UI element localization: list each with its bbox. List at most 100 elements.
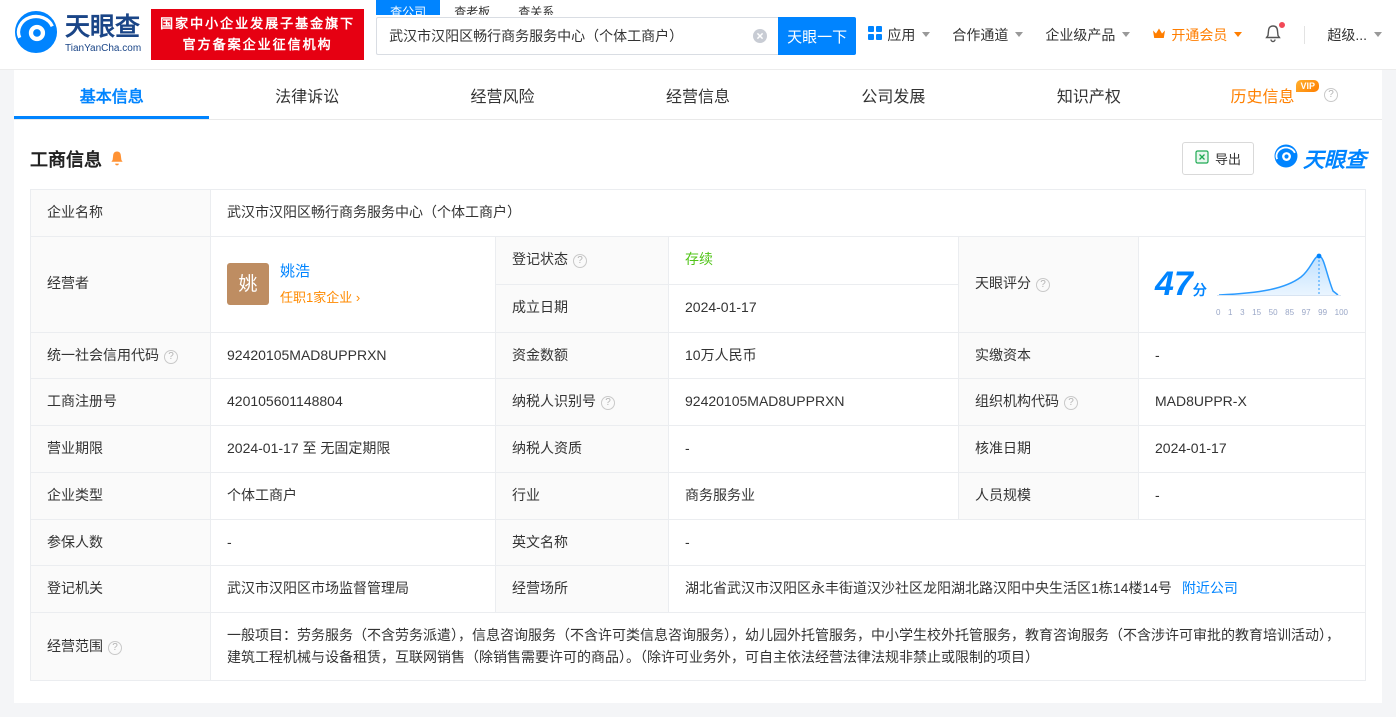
menu-enterprise-label: 企业级产品	[1045, 26, 1116, 43]
help-icon[interactable]	[1324, 87, 1338, 102]
search-tab-relation[interactable]: 查关系	[504, 0, 568, 15]
tab-operation-info[interactable]: 经营信息	[600, 70, 795, 119]
reg-status-label: 登记状态	[495, 235, 669, 285]
company-name-label: 企业名称	[30, 189, 211, 237]
gov-badge-line2: 官方备案企业征信机构	[182, 36, 333, 52]
business-scope-value: 一般项目：劳务服务（不含劳务派遣），信息咨询服务（不含许可类信息咨询服务），幼儿…	[210, 611, 1366, 682]
reg-status-value: 存续	[668, 235, 959, 285]
tab-company-development[interactable]: 公司发展	[796, 70, 991, 119]
tab-basic-info[interactable]: 基本信息	[14, 70, 209, 119]
main-container: 基本信息 法律诉讼 经营风险 经营信息 公司发展 知识产权 历史信息 VIP 工…	[14, 70, 1382, 704]
status-badge: 存续	[685, 251, 713, 268]
export-button[interactable]: 导出	[1181, 142, 1254, 175]
operator-label: 经营者	[30, 235, 211, 333]
establish-date-value: 2024-01-17	[668, 283, 959, 333]
reg-authority-value: 武汉市汉阳区市场监督管理局	[210, 565, 496, 613]
help-icon[interactable]	[601, 396, 615, 411]
notification-bell-icon[interactable]	[1264, 20, 1287, 46]
tianyancha-logo[interactable]: 天眼查 TianYanCha.com	[14, 10, 141, 59]
chevron-down-icon	[1122, 32, 1131, 37]
row-reg-authority: 登记机关 武汉市汉阳区市场监督管理局 经营场所 湖北省武汉市汉阳区永丰街道汉沙社…	[30, 565, 1366, 613]
tab-operation-info-label: 经营信息	[665, 88, 730, 106]
taxpayer-quality-value: -	[668, 425, 959, 473]
help-icon[interactable]	[108, 640, 122, 655]
score-value: 47	[1155, 264, 1193, 303]
tab-intellectual-property[interactable]: 知识产权	[991, 70, 1186, 119]
export-excel-icon	[1195, 150, 1209, 167]
reg-number-value: 420105601148804	[210, 378, 496, 427]
gov-certification-badge: 国家中小企业发展子基金旗下 官方备案企业征信机构	[151, 9, 365, 60]
row-credit-code: 统一社会信用代码 92420105MAD8UPPRXN 资金数额 10万人民币 …	[30, 331, 1366, 380]
apps-grid-icon	[868, 26, 883, 43]
reg-authority-label: 登记机关	[30, 565, 211, 613]
row-business-term: 营业期限 2024-01-17 至 无固定期限 纳税人资质 - 核准日期 202…	[30, 425, 1366, 473]
help-icon[interactable]	[573, 254, 587, 269]
menu-divider	[1304, 25, 1306, 44]
score-cell[interactable]: 47分 0 1 3 15 50 85 97 99 100	[1138, 235, 1366, 333]
row-business-scope: 经营范围 一般项目：劳务服务（不含劳务派遣），信息咨询服务（不含许可类信息咨询服…	[30, 611, 1366, 682]
menu-open-vip[interactable]: 开通会员	[1152, 25, 1243, 45]
menu-partner[interactable]: 合作通道	[952, 25, 1024, 45]
help-icon[interactable]	[164, 349, 178, 364]
business-info-table: 企业名称 武汉市汉阳区畅行商务服务中心（个体工商户） 经营者 姚 姚浩 任职1家…	[30, 189, 1366, 682]
tab-basic-info-label: 基本信息	[79, 88, 144, 106]
tianyancha-watermark: 天眼查	[1274, 144, 1366, 174]
gov-badge-line1: 国家中小企业发展子基金旗下	[160, 16, 356, 32]
score-axis-ticks: 0 1 3 15 50 85 97 99 100	[1216, 308, 1348, 318]
clear-search-icon[interactable]	[752, 28, 768, 49]
menu-apps-label: 应用	[887, 26, 916, 43]
score-label: 天眼评分	[958, 235, 1139, 333]
tab-legal-litigation[interactable]: 法律诉讼	[209, 70, 404, 119]
tab-operation-risk-label: 经营风险	[470, 88, 535, 106]
taxpayer-id-value: 92420105MAD8UPPRXN	[668, 378, 959, 427]
monitor-bell-icon[interactable]	[109, 150, 125, 167]
chevron-down-icon	[1234, 32, 1243, 37]
capital-label: 资金数额	[495, 331, 669, 380]
insured-count-value: -	[210, 518, 496, 567]
org-code-value: MAD8UPPR-X	[1138, 378, 1366, 427]
industry-value: 商务服务业	[668, 471, 959, 520]
top-header: 天眼查 TianYanCha.com 国家中小企业发展子基金旗下 官方备案企业征…	[0, 0, 1396, 70]
crown-icon	[1152, 27, 1166, 43]
business-place-label: 经营场所	[495, 565, 669, 613]
search-tab-boss[interactable]: 查老板	[440, 0, 504, 15]
vip-badge: VIP	[1296, 79, 1319, 92]
company-name-value: 武汉市汉阳区畅行商务服务中心（个体工商户）	[210, 189, 1366, 237]
tab-legal-litigation-label: 法律诉讼	[275, 88, 340, 106]
paid-capital-label: 实缴资本	[958, 331, 1139, 380]
business-info-section: 工商信息 导出 天眼查 企业名称 武汉市汉阳区畅行商务服务中心（个体工商户） 经…	[14, 120, 1382, 703]
business-term-label: 营业期限	[30, 425, 211, 473]
help-icon[interactable]	[1064, 396, 1078, 411]
english-name-label: 英文名称	[495, 518, 669, 567]
help-icon[interactable]	[1036, 278, 1050, 293]
row-company-name: 企业名称 武汉市汉阳区畅行商务服务中心（个体工商户）	[30, 189, 1366, 237]
search-tab-company[interactable]: 查公司	[376, 0, 441, 15]
search-input[interactable]	[376, 17, 779, 55]
tab-history-info[interactable]: 历史信息 VIP	[1187, 70, 1382, 119]
tab-intellectual-property-label: 知识产权	[1056, 88, 1121, 106]
company-type-value: 个体工商户	[210, 471, 496, 520]
business-term-value: 2024-01-17 至 无固定期限	[210, 425, 496, 473]
credit-code-value: 92420105MAD8UPPRXN	[210, 331, 496, 380]
operator-cell: 姚 姚浩 任职1家企业 ›	[210, 235, 496, 333]
org-code-label: 组织机构代码	[958, 378, 1139, 427]
menu-open-vip-label: 开通会员	[1171, 26, 1228, 43]
industry-label: 行业	[495, 471, 669, 520]
menu-user[interactable]: 超级...	[1327, 25, 1382, 45]
tab-operation-risk[interactable]: 经营风险	[405, 70, 600, 119]
chevron-down-icon	[922, 32, 931, 37]
score-distribution-chart: 0 1 3 15 50 85 97 99 100	[1215, 249, 1349, 320]
operator-avatar[interactable]: 姚	[227, 263, 269, 306]
operator-companies-link[interactable]: 任职1家企业 ›	[280, 288, 360, 308]
menu-enterprise[interactable]: 企业级产品	[1045, 25, 1131, 45]
notification-dot	[1278, 20, 1287, 29]
nearby-companies-link[interactable]: 附近公司	[1182, 580, 1238, 596]
menu-apps[interactable]: 应用	[868, 25, 931, 45]
menu-partner-label: 合作通道	[952, 26, 1009, 43]
search-button[interactable]: 天眼一下	[778, 17, 857, 55]
operator-name-link[interactable]: 姚浩	[280, 260, 360, 283]
logo-text: 天眼查	[65, 13, 141, 41]
company-detail-tabs: 基本信息 法律诉讼 经营风险 经营信息 公司发展 知识产权 历史信息 VIP	[14, 70, 1382, 120]
export-button-label: 导出	[1214, 152, 1241, 167]
reg-number-label: 工商注册号	[30, 378, 211, 427]
